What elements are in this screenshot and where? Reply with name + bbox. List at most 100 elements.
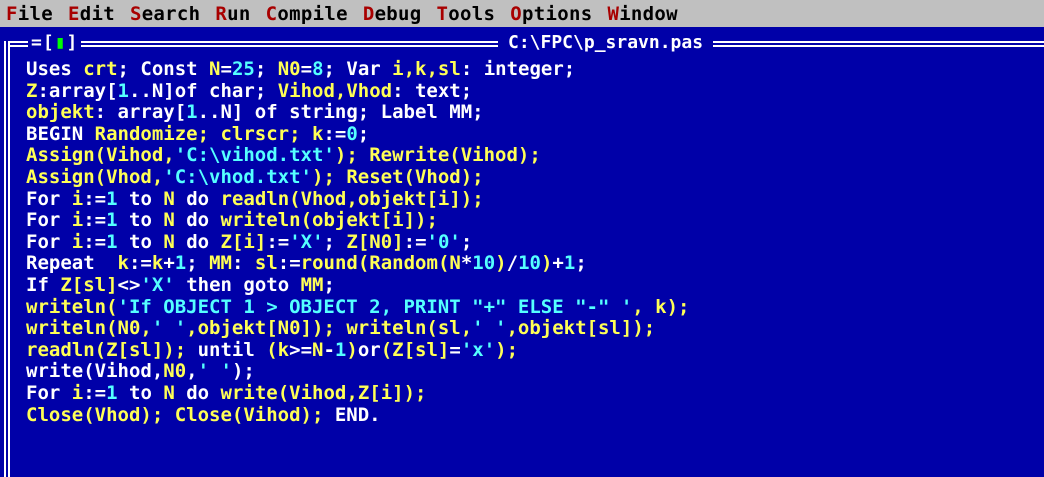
code-line[interactable]: For i:=1 to N do readln(Vhod,objekt[i]); bbox=[26, 187, 1044, 211]
close-square-icon: ▮ bbox=[54, 32, 67, 53]
code-line[interactable]: Assign(Vhod,'C:\vhod.txt'); Reset(Vhod); bbox=[26, 166, 1044, 189]
menu-label: ompile bbox=[277, 2, 348, 25]
code-token: i,k,sl bbox=[392, 58, 461, 80]
menu-item-window[interactable]: Window bbox=[607, 3, 677, 25]
code-line[interactable]: For i:=1 to N do Z[i]:='X'; Z[N0]:='0'; bbox=[26, 230, 1044, 254]
menu-bar: File Edit Search Run Compile Debug Tools Option… bbox=[0, 0, 1044, 27]
code-token: ..N]of char; bbox=[128, 79, 278, 102]
code-token: For bbox=[26, 230, 72, 253]
menu-hotkey: C bbox=[265, 2, 278, 25]
code-token: ) bbox=[540, 252, 553, 275]
menu-label: un bbox=[227, 2, 251, 25]
code-token: writeln( bbox=[26, 295, 118, 318]
code-token: 'x' bbox=[460, 338, 496, 361]
code-token: := bbox=[83, 230, 107, 253]
menu-hotkey: R bbox=[215, 2, 228, 25]
code-token: := bbox=[277, 252, 301, 275]
menu-hotkey: S bbox=[129, 2, 142, 25]
code-line[interactable]: If Z[sl]<>'X' then goto MM; bbox=[26, 273, 1044, 297]
code-line[interactable]: BEGIN Randomize; clrscr; k:=0; bbox=[26, 122, 1044, 146]
code-token: : bbox=[232, 252, 255, 275]
code-token: (Z[sl] bbox=[380, 338, 450, 361]
window-close-button[interactable]: =[▮] bbox=[28, 32, 82, 53]
code-token: N0 bbox=[277, 58, 301, 80]
code-token: '0' bbox=[426, 230, 461, 253]
code-line[interactable]: Repeat k:=k+1; MM: sl:=round(Random(N*10… bbox=[26, 253, 1044, 275]
code-line[interactable]: write(Vihod,N0,' '); bbox=[26, 361, 1044, 383]
code-line[interactable]: writeln('If OBJECT 1 > OBJECT 2, PRINT "… bbox=[26, 295, 1044, 319]
code-token: i bbox=[71, 209, 84, 232]
code-line[interactable]: Assign(Vihod,'C:\vihod.txt'); Rewrite(Vi… bbox=[26, 145, 1044, 167]
code-token: Uses bbox=[26, 58, 84, 80]
code-token: ..N] of string; Label MM; bbox=[197, 101, 484, 124]
menu-item-edit[interactable]: Edit bbox=[68, 3, 115, 25]
code-token: / bbox=[506, 252, 519, 275]
code-token: <> bbox=[117, 273, 141, 296]
code-token: N bbox=[163, 209, 175, 232]
menu-item-options[interactable]: Options bbox=[510, 3, 592, 25]
code-token: 1 bbox=[106, 209, 118, 232]
code-token: then goto bbox=[174, 273, 301, 296]
code-token: sl bbox=[254, 252, 278, 275]
editor-window[interactable]: =[▮] C:\FPC\p_sravn.pas Uses crt; Const … bbox=[0, 27, 1044, 477]
code-line[interactable]: objekt: array[1..N] of string; Label MM; bbox=[26, 101, 1044, 124]
menu-item-file[interactable]: File bbox=[6, 3, 53, 25]
code-token: do bbox=[174, 381, 221, 404]
code-token: := bbox=[403, 230, 427, 253]
menu-hotkey: O bbox=[510, 2, 522, 25]
menu-item-compile[interactable]: Compile bbox=[266, 3, 348, 25]
code-line[interactable]: For i:=1 to N do writeln(objekt[i]); bbox=[26, 209, 1044, 232]
code-token: >= bbox=[289, 338, 313, 361]
code-line[interactable]: writeln(N0,' ',objekt[N0]); writeln(sl,'… bbox=[26, 317, 1044, 340]
code-token: MM bbox=[300, 273, 324, 296]
code-token: N bbox=[209, 58, 221, 80]
menu-label: earch bbox=[141, 2, 201, 25]
menu-item-debug[interactable]: Debug bbox=[363, 3, 422, 25]
code-token: 'If OBJECT 1 > OBJECT 2, PRINT "+" ELSE … bbox=[117, 295, 633, 318]
code-token: or bbox=[357, 338, 381, 361]
code-token: 1 bbox=[106, 381, 118, 404]
code-line[interactable]: Close(Vhod); Close(Vihod); END. bbox=[26, 404, 1044, 427]
code-line[interactable]: Uses crt; Const N=25; N0=8; Var i,k,sl: … bbox=[26, 58, 1044, 81]
code-token: ; bbox=[357, 122, 370, 145]
code-token: crt bbox=[83, 58, 118, 80]
code-token: 1 bbox=[117, 79, 129, 102]
code-token: = bbox=[300, 58, 313, 80]
menu-label: ptions bbox=[522, 2, 593, 25]
code-editor[interactable]: Uses crt; Const N=25; N0=8; Var i,k,sl: … bbox=[26, 58, 1044, 427]
code-token: Z bbox=[26, 79, 38, 102]
code-token: i bbox=[71, 381, 84, 404]
code-token: N0 bbox=[163, 360, 187, 383]
code-token: ,objekt[sl]); bbox=[506, 317, 656, 340]
code-token: := bbox=[83, 381, 107, 404]
code-line[interactable]: Z:array[1..N]of char; Vihod,Vhod: text; bbox=[26, 79, 1044, 103]
code-token: + bbox=[163, 252, 175, 275]
code-token: round(Random(N bbox=[300, 252, 461, 275]
code-token: :array[ bbox=[37, 79, 118, 102]
code-token: 1 bbox=[334, 338, 347, 361]
menu-hotkey: W bbox=[607, 2, 620, 25]
code-line[interactable]: For i:=1 to N do write(Vihod,Z[i]); bbox=[26, 381, 1044, 405]
code-token: k bbox=[117, 252, 129, 275]
code-token: 1 bbox=[563, 252, 576, 275]
code-token: ' ' bbox=[197, 360, 232, 383]
code-token: For bbox=[26, 187, 72, 210]
code-token: Vihod,Vhod bbox=[277, 79, 393, 102]
menu-item-search[interactable]: Search bbox=[130, 3, 200, 25]
code-token: := bbox=[128, 252, 152, 275]
code-token: writeln(objekt[i]); bbox=[220, 209, 438, 232]
menu-item-tools[interactable]: Tools bbox=[437, 3, 496, 25]
code-token: ' ' bbox=[151, 317, 187, 340]
menu-item-run[interactable]: Run bbox=[215, 3, 250, 25]
menu-hotkey: F bbox=[6, 2, 18, 25]
code-token: Z[N0] bbox=[346, 230, 404, 253]
menu-label: ile bbox=[17, 2, 53, 25]
code-token: 1 bbox=[174, 252, 187, 275]
code-token: (k bbox=[266, 338, 290, 361]
code-token: ) bbox=[346, 338, 358, 361]
code-line[interactable]: readln(Z[sl]); until (k>=N-1)or(Z[sl]='x… bbox=[26, 338, 1044, 362]
code-token: 1 bbox=[106, 230, 118, 253]
code-token: to bbox=[117, 230, 164, 253]
code-token: For bbox=[26, 381, 72, 404]
code-token: Assign(Vihod, bbox=[26, 144, 175, 167]
